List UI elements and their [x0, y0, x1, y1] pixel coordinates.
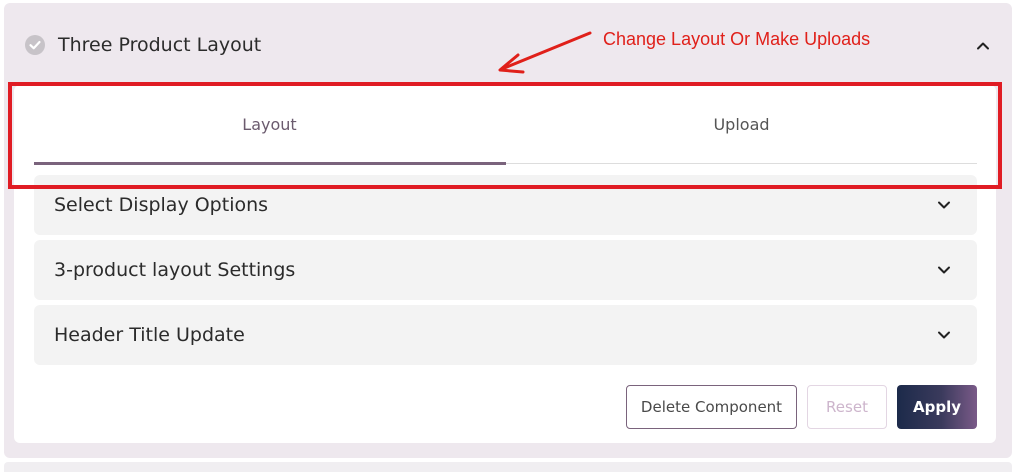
- tab-upload[interactable]: Upload: [506, 85, 977, 163]
- accordion-select-display-options[interactable]: Select Display Options: [34, 175, 977, 235]
- reset-button[interactable]: Reset: [807, 385, 887, 429]
- check-circle-icon: [25, 35, 45, 55]
- annotation-arrow-icon: [498, 31, 592, 74]
- tab-active-indicator: [34, 162, 506, 165]
- annotation-text: Change Layout Or Make Uploads: [603, 29, 871, 49]
- accordion-3-product-layout-settings[interactable]: 3-product layout Settings: [34, 240, 977, 300]
- chevron-down-icon: [938, 331, 950, 339]
- chevron-down-icon: [938, 266, 950, 274]
- settings-card: Layout Upload Select Display Options 3-p…: [14, 85, 996, 443]
- accordion-header-title-update[interactable]: Header Title Update: [34, 305, 977, 365]
- accordion-label: Header Title Update: [54, 324, 245, 346]
- tab-upload-label: Upload: [713, 114, 770, 134]
- delete-component-button[interactable]: Delete Component: [626, 385, 797, 429]
- panel-title: Three Product Layout: [58, 34, 262, 56]
- tab-layout-label: Layout: [242, 114, 297, 134]
- tab-layout[interactable]: Layout: [34, 85, 505, 163]
- accordion-label: 3-product layout Settings: [54, 259, 296, 281]
- chevron-up-icon[interactable]: [974, 37, 992, 55]
- accordion-label: Select Display Options: [54, 194, 269, 216]
- apply-button[interactable]: Apply: [897, 385, 977, 429]
- tab-bar: Layout Upload: [34, 85, 977, 165]
- chevron-down-icon: [938, 201, 950, 209]
- next-panel-edge: [4, 462, 1012, 472]
